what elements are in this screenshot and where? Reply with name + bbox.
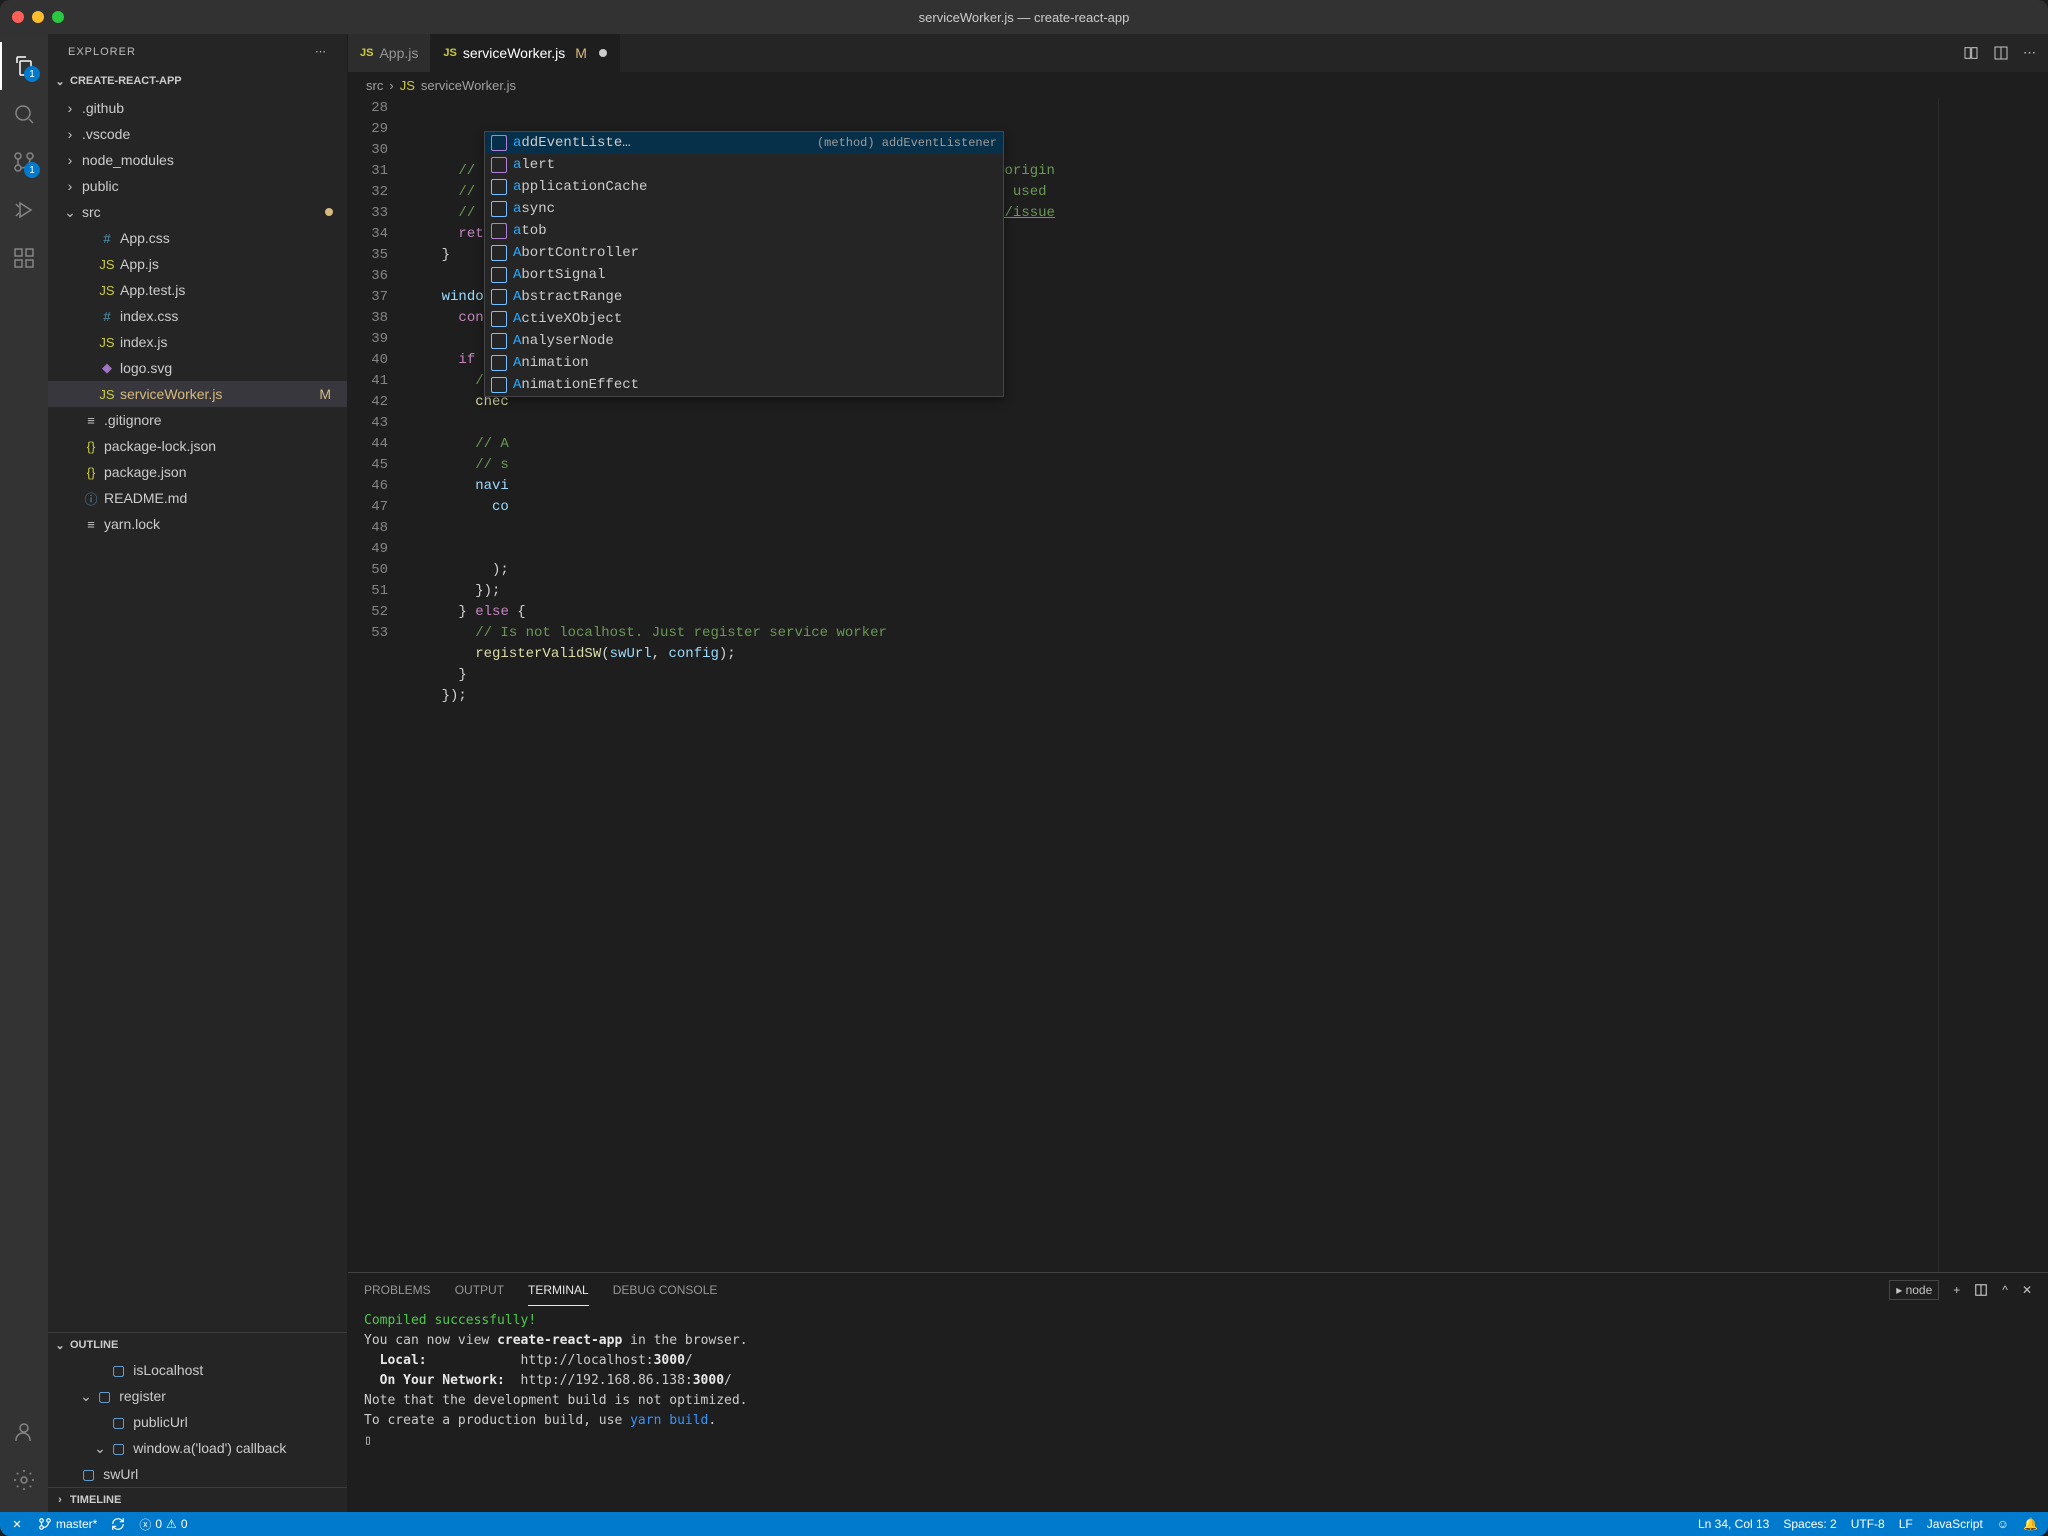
outline-item[interactable]: ⌄▢window.a('load') callback [48,1435,347,1461]
intellisense-item[interactable]: Animation [485,352,1003,374]
file-tree-item[interactable]: JSApp.test.js [48,277,347,303]
editor-tab[interactable]: JSApp.js [348,34,431,72]
debug-icon[interactable] [0,186,48,234]
notifications-icon[interactable]: 🔔 [2023,1517,2038,1531]
panel-tab[interactable]: PROBLEMS [364,1275,431,1305]
project-header[interactable]: ⌄ CREATE-REACT-APP [48,69,347,93]
settings-gear-icon[interactable] [0,1456,48,1504]
activity-bar: 1 1 [0,34,48,1512]
outline-item[interactable]: ▢isLocalhost [48,1357,347,1383]
file-tree-item[interactable]: #index.css [48,303,347,329]
timeline-header[interactable]: › TIMELINE [48,1488,347,1512]
eol[interactable]: LF [1899,1517,1913,1531]
editor[interactable]: 2829303132333435363738394041424344454647… [348,98,2048,1272]
intellisense-item[interactable]: async [485,198,1003,220]
panel-tab[interactable]: DEBUG CONSOLE [613,1275,718,1305]
sidebar-title: EXPLORER [68,46,136,58]
file-tree-item[interactable]: JSApp.js [48,251,347,277]
split-terminal-icon[interactable] [1974,1283,1988,1297]
file-tree-item[interactable]: ≡yarn.lock [48,511,347,537]
file-tree-item[interactable]: ›.vscode [48,121,347,147]
breadcrumb[interactable]: src › JS serviceWorker.js [348,72,2048,98]
editor-tabs: JSApp.jsJSserviceWorker.jsM ⋯ [348,34,2048,72]
file-tree-item[interactable]: ⓘREADME.md [48,485,347,511]
file-tree-item[interactable]: JSindex.js [48,329,347,355]
statusbar: master* ⓧ0 ⚠0 Ln 34, Col 13 Spaces: 2 UT… [0,1512,2048,1536]
file-tree: ›.github›.vscode›node_modules›public⌄src… [48,93,347,1332]
window-close-button[interactable] [12,11,24,23]
sidebar: EXPLORER ⋯ ⌄ CREATE-REACT-APP ›.github›.… [48,34,348,1512]
extensions-icon[interactable] [0,234,48,282]
compare-icon[interactable] [1963,45,1979,61]
intellisense-item[interactable]: AnimationEffect [485,374,1003,396]
intellisense-item[interactable]: AbortController [485,242,1003,264]
outline-item[interactable]: ▢swUrl [48,1461,347,1487]
intellisense-item[interactable]: atob [485,220,1003,242]
cursor-position[interactable]: Ln 34, Col 13 [1698,1517,1769,1531]
window-minimize-button[interactable] [32,11,44,23]
language-mode[interactable]: JavaScript [1927,1517,1983,1531]
window-maximize-button[interactable] [52,11,64,23]
scm-badge: 1 [24,162,40,178]
intellisense-item[interactable]: alert [485,154,1003,176]
intellisense-item[interactable]: AbstractRange [485,286,1003,308]
file-tree-item[interactable]: JSserviceWorker.jsM [48,381,347,407]
account-icon[interactable] [0,1408,48,1456]
file-tree-item[interactable]: ›.github [48,95,347,121]
chevron-down-icon: ⌄ [52,1339,68,1352]
bottom-panel: PROBLEMS OUTPUT TERMINAL DEBUG CONSOLE ▸ no… [348,1272,2048,1512]
file-tree-item[interactable]: ◆logo.svg [48,355,347,381]
explorer-icon[interactable]: 1 [0,42,48,90]
search-icon[interactable] [0,90,48,138]
outline-item[interactable]: ⌄▢register [48,1383,347,1409]
file-tree-item[interactable]: ⌄src [48,199,347,225]
encoding[interactable]: UTF-8 [1851,1517,1885,1531]
intellisense-popup[interactable]: addEventListe…(method) addEventListenera… [484,131,1004,397]
git-branch[interactable]: master* [38,1517,97,1531]
source-control-icon[interactable]: 1 [0,138,48,186]
indentation[interactable]: Spaces: 2 [1783,1517,1836,1531]
file-tree-item[interactable]: ›public [48,173,347,199]
file-tree-item[interactable]: ≡.gitignore [48,407,347,433]
panel-tab[interactable]: OUTPUT [455,1275,504,1305]
more-actions-icon[interactable]: ⋯ [2023,45,2036,61]
intellisense-item[interactable]: AnalyserNode [485,330,1003,352]
panel-tab[interactable]: TERMINAL [528,1275,589,1306]
remote-button[interactable] [10,1517,24,1531]
chevron-down-icon: ⌄ [52,75,68,88]
file-tree-item[interactable]: {}package.json [48,459,347,485]
chevron-right-icon: › [52,1494,68,1506]
problems-status[interactable]: ⓧ0 ⚠0 [139,1516,187,1533]
split-editor-icon[interactable] [1993,45,2009,61]
editor-tab[interactable]: JSserviceWorker.jsM [431,34,620,72]
window-title: serviceWorker.js — create-react-app [919,10,1130,25]
panel-tabs: PROBLEMS OUTPUT TERMINAL DEBUG CONSOLE ▸ no… [348,1273,2048,1307]
outline-tree: ▢isLocalhost⌄▢register▢publicUrl⌄▢window… [48,1357,347,1487]
maximize-panel-icon[interactable]: ^ [2002,1283,2008,1297]
intellisense-item[interactable]: AbortSignal [485,264,1003,286]
intellisense-item[interactable]: ActiveXObject [485,308,1003,330]
explorer-badge: 1 [24,66,40,82]
titlebar: serviceWorker.js — create-react-app [0,0,2048,34]
minimap[interactable] [1938,98,2048,1272]
terminal-output[interactable]: Compiled successfully!You can now view c… [348,1307,2048,1512]
outline-header[interactable]: ⌄ OUTLINE [48,1333,347,1357]
intellisense-item[interactable]: applicationCache [485,176,1003,198]
close-panel-icon[interactable]: ✕ [2022,1283,2032,1297]
file-tree-item[interactable]: #App.css [48,225,347,251]
outline-item[interactable]: ▢publicUrl [48,1409,347,1435]
intellisense-item[interactable]: addEventListe…(method) addEventListener [485,132,1003,154]
file-tree-item[interactable]: ›node_modules [48,147,347,173]
sync-button[interactable] [111,1517,125,1531]
new-terminal-icon[interactable]: + [1953,1283,1960,1297]
feedback-icon[interactable]: ☺ [1997,1517,2009,1531]
sidebar-more-icon[interactable]: ⋯ [315,45,327,58]
file-tree-item[interactable]: {}package-lock.json [48,433,347,459]
js-file-icon: JS [400,78,415,93]
terminal-shell-select[interactable]: ▸ node [1889,1280,1939,1300]
